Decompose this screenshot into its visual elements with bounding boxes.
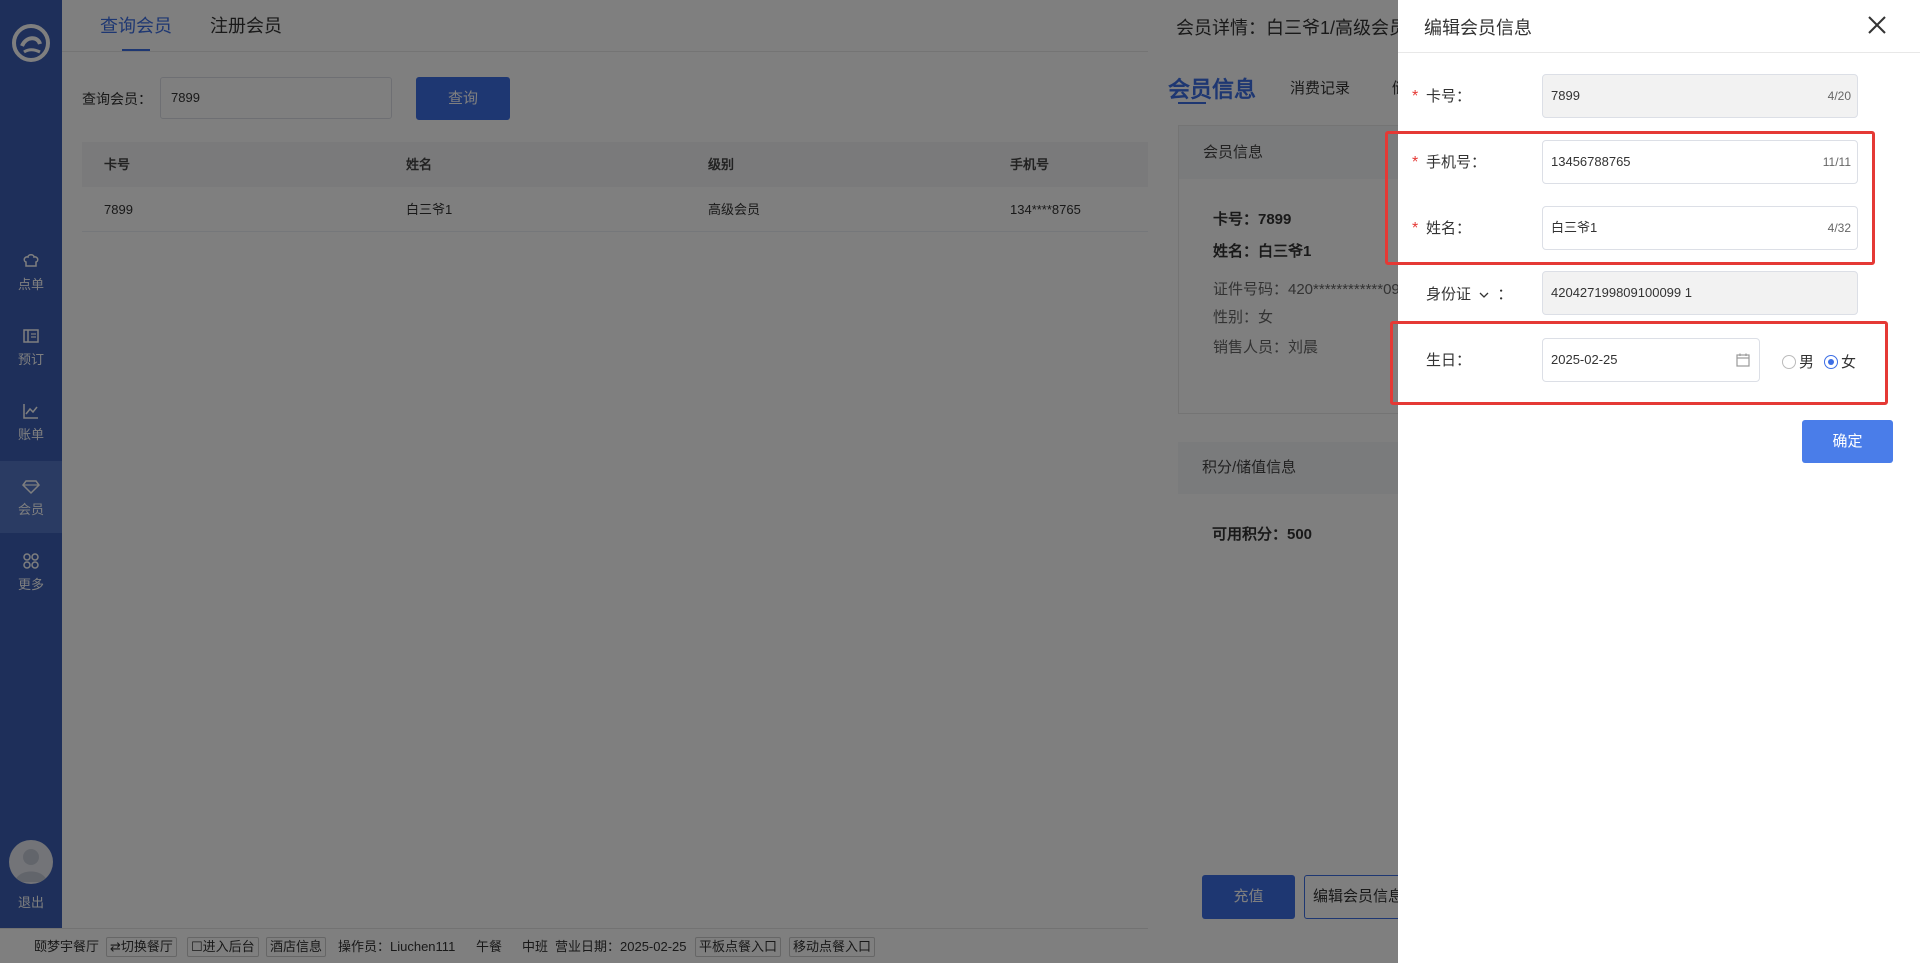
required-mark: * [1412,88,1419,105]
id-type-suffix: ： [1497,286,1513,303]
id-number-field: 420427199809100099 1 [1542,271,1858,315]
card-label: 卡号： [1426,88,1472,105]
id-number-value: 420427199809100099 1 [1551,285,1692,300]
drawer-header: 编辑会员信息 [1398,0,1920,53]
id-type-label: 身份证 [1426,286,1472,303]
close-icon[interactable] [1864,12,1890,38]
highlight-box [1390,321,1888,405]
edit-member-drawer: 编辑会员信息 * 卡号： 7899 4/20 * 手机号： 1345678876… [1385,0,1920,963]
card-number-value: 7899 [1551,88,1580,103]
drawer-title: 编辑会员信息 [1424,18,1532,38]
id-type-select[interactable]: 身份证 ： [1426,283,1512,304]
highlight-box [1385,131,1875,265]
char-count: 4/20 [1827,89,1851,103]
card-number-field: 7899 4/20 [1542,74,1858,118]
chevron-down-icon [1479,292,1489,298]
confirm-button[interactable]: 确定 [1802,420,1893,463]
